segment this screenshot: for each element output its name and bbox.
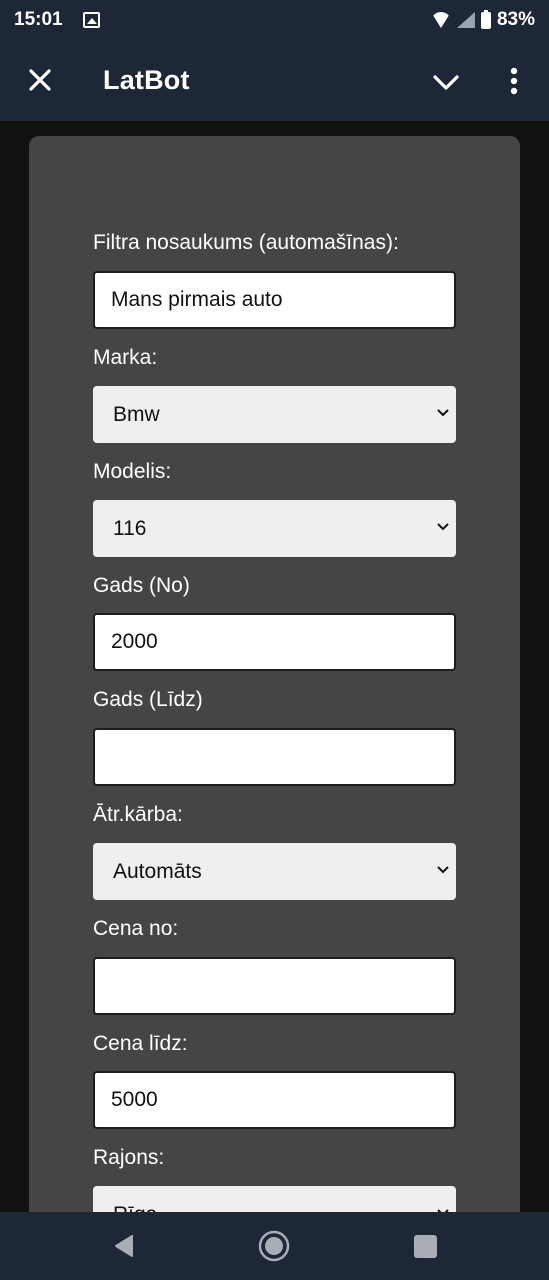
year-from-label: Gads (No) xyxy=(93,574,190,597)
battery-icon xyxy=(480,9,491,29)
chevron-down-icon xyxy=(437,523,449,531)
year-from-input[interactable]: 2000 xyxy=(93,613,456,671)
status-indicators: 83% xyxy=(431,9,535,31)
close-icon[interactable] xyxy=(24,64,56,96)
chevron-down-icon xyxy=(437,866,449,874)
chevron-down-icon xyxy=(437,409,449,417)
wifi-icon xyxy=(431,12,451,28)
chevron-down-icon[interactable] xyxy=(430,68,462,96)
back-icon[interactable] xyxy=(112,1234,136,1258)
price-to-label: Cena līdz: xyxy=(93,1032,188,1055)
brand-select[interactable]: Bmw xyxy=(93,386,456,443)
brand-select-value: Bmw xyxy=(113,402,160,426)
webview-content[interactable]: Filtra nosaukums (automašīnas): Mans pir… xyxy=(0,121,549,1212)
app-bar: LatBot xyxy=(0,44,549,121)
region-label: Rajons: xyxy=(93,1146,165,1169)
signal-icon xyxy=(457,12,475,28)
more-vert-icon[interactable] xyxy=(498,62,530,102)
status-time: 15:01 xyxy=(14,9,63,30)
filter-form-card: Filtra nosaukums (automašīnas): Mans pir… xyxy=(29,136,520,1212)
app-title: LatBot xyxy=(103,65,190,95)
gearbox-label: Ātr.kārba: xyxy=(93,803,183,826)
region-select[interactable]: Rīga xyxy=(93,1186,456,1212)
recents-icon[interactable] xyxy=(414,1235,437,1258)
status-bar: 15:01 83% xyxy=(0,0,549,44)
filter-name-input[interactable]: Mans pirmais auto xyxy=(93,271,456,329)
system-nav-bar xyxy=(0,1212,549,1280)
price-from-input[interactable] xyxy=(93,957,456,1015)
filter-name-label: Filtra nosaukums (automašīnas): xyxy=(93,231,399,254)
region-select-value: Rīga xyxy=(113,1203,157,1213)
price-from-label: Cena no: xyxy=(93,917,179,940)
price-to-input[interactable]: 5000 xyxy=(93,1071,456,1129)
model-select-value: 116 xyxy=(113,516,147,540)
model-label: Modelis: xyxy=(93,460,172,483)
gearbox-select-value: Automāts xyxy=(113,859,202,883)
battery-percent: 83% xyxy=(496,9,535,30)
year-to-input[interactable] xyxy=(93,728,456,786)
brand-label: Marka: xyxy=(93,346,158,369)
gearbox-select[interactable]: Automāts xyxy=(93,843,456,900)
gallery-icon xyxy=(83,12,100,28)
model-select[interactable]: 116 xyxy=(93,500,456,557)
home-icon[interactable] xyxy=(258,1230,290,1262)
year-to-label: Gads (Līdz) xyxy=(93,688,203,711)
